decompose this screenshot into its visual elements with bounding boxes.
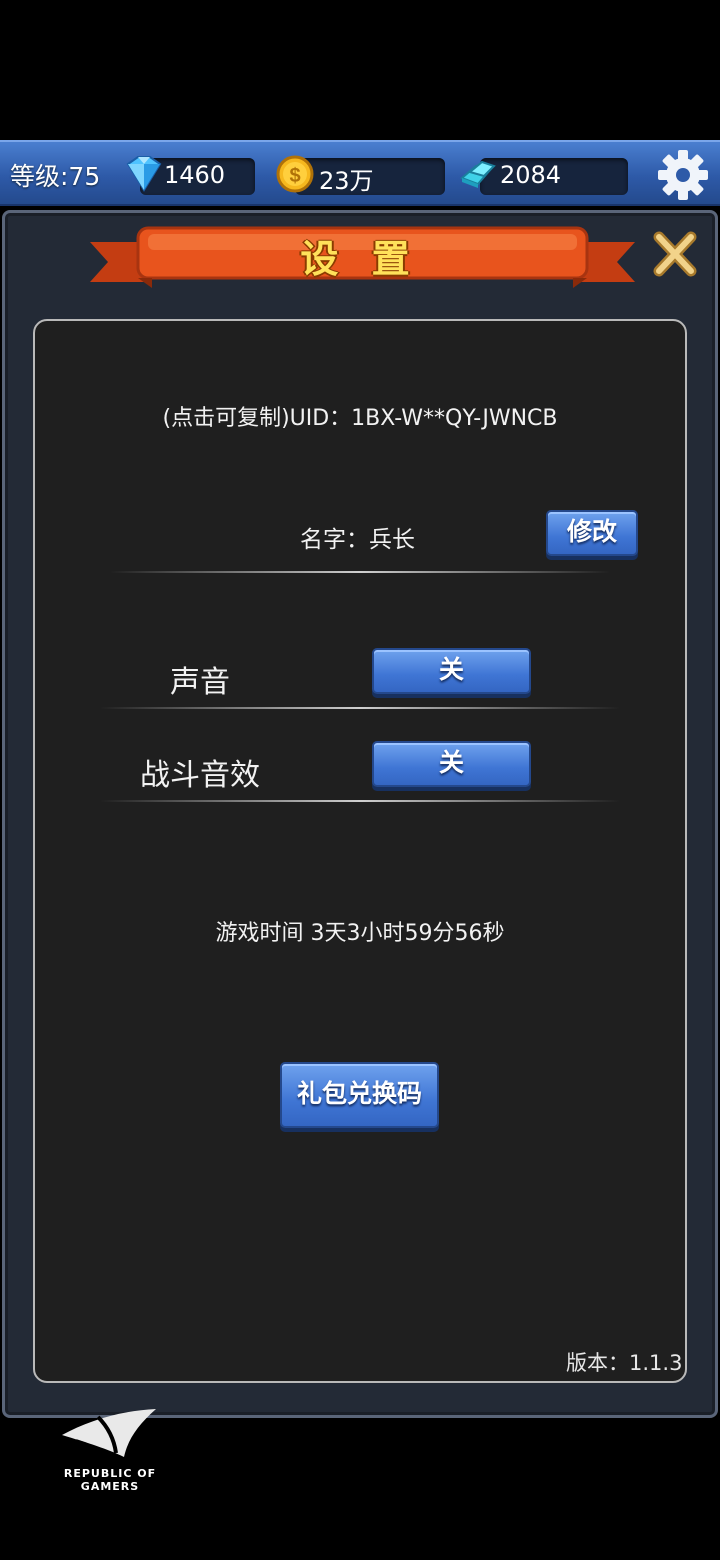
settings-gear-icon[interactable] xyxy=(656,148,710,202)
rog-line1: REPUBLIC OF xyxy=(63,1467,157,1480)
divider-battle-sfx xyxy=(100,800,620,802)
svg-text:$: $ xyxy=(289,165,300,187)
sound-label: 声音 xyxy=(170,665,230,700)
gift-code-button[interactable]: 礼包兑换码 xyxy=(280,1062,439,1128)
rog-line2: GAMERS xyxy=(80,1480,140,1493)
divider-name xyxy=(110,571,610,573)
diamond-counter[interactable]: 1460 xyxy=(126,156,255,195)
playtime-text: 游戏时间 3天3小时59分56秒 xyxy=(215,921,505,946)
dialog-title: 设 置 xyxy=(300,237,420,281)
crystal-counter[interactable]: 2084 xyxy=(460,158,628,195)
player-level: 等级:75 xyxy=(10,162,101,191)
gold-coin-icon: $ xyxy=(276,155,314,193)
rename-button[interactable]: 修改 xyxy=(546,510,638,556)
sound-toggle-button[interactable]: 关 xyxy=(372,648,531,694)
battle-sfx-label: 战斗音效 xyxy=(140,758,260,793)
gold-count: 23万 xyxy=(319,167,374,195)
settings-panel xyxy=(33,319,687,1383)
close-icon[interactable] xyxy=(650,228,700,280)
crystal-count: 2084 xyxy=(500,161,562,189)
diamond-icon xyxy=(126,156,162,192)
crystal-icon xyxy=(460,160,496,188)
battle-sfx-toggle-button[interactable]: 关 xyxy=(372,741,531,787)
player-name-label: 名字：兵长 xyxy=(300,527,415,553)
resource-bar: 等级:75 1460 $ 23万 2084 xyxy=(0,140,720,206)
gold-counter[interactable]: $ 23万 xyxy=(276,155,445,195)
rog-watermark-text: REPUBLIC OF GAMERS xyxy=(52,1467,168,1493)
version-text: 版本：1.1.3 xyxy=(566,1351,683,1375)
divider-sound xyxy=(100,707,620,709)
diamond-count: 1460 xyxy=(164,161,226,189)
uid-copy-text[interactable]: (点击可复制)UID：1BX-W**QY-JWNCB xyxy=(0,400,720,432)
